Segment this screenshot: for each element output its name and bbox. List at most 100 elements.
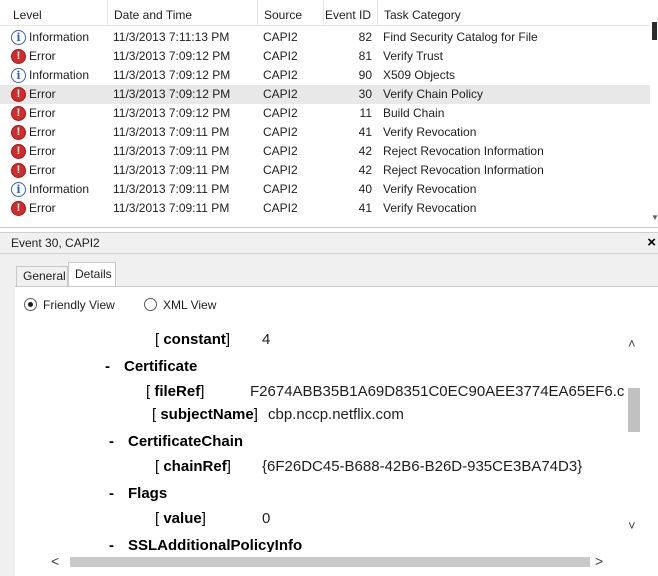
task-category-cell: Verify Trust (383, 49, 444, 63)
table-row[interactable]: i Information 11/3/2013 7:11:13 PM CAPI2 82 F… (0, 28, 650, 47)
event-id-cell: 82 (358, 30, 372, 44)
collapse-toggle[interactable]: - (109, 433, 114, 450)
date-cell: 11/3/2013 7:09:12 PM (113, 87, 231, 101)
event-id-cell: 42 (358, 163, 372, 177)
tree-key-chainref: [ chainRef] (155, 458, 231, 475)
source-cell: CAPI2 (263, 87, 298, 101)
details-vertical-scrollbar[interactable]: ˄ ˅ (625, 326, 643, 552)
tree-value-fileref: F2674ABB35B1A69D8351C0EC90AEE3774EA65EF6… (250, 383, 625, 400)
details-title: Event 30, CAPI2 (11, 236, 100, 250)
level-cell: Error (29, 201, 56, 215)
task-category-cell: Build Chain (383, 106, 445, 120)
level-cell: Information (29, 182, 90, 196)
date-cell: 11/3/2013 7:09:11 PM (113, 182, 230, 196)
level-cell: Error (29, 125, 56, 139)
radio-selected-icon[interactable] (24, 298, 37, 311)
task-category-cell: X509 Objects (383, 68, 456, 82)
tree-key-subjectname: [ subjectName] (152, 406, 258, 423)
date-cell: 11/3/2013 7:11:13 PM (113, 30, 230, 44)
event-list-scrollbar[interactable]: ▼ (650, 0, 658, 227)
level-cell: Information (29, 68, 90, 82)
tab-general[interactable]: General (16, 266, 68, 286)
event-id-cell: 40 (358, 182, 372, 196)
error-icon: ! (11, 163, 26, 178)
error-icon: ! (11, 125, 26, 140)
table-row-partial[interactable] (0, 218, 650, 224)
vertical-scrollbar-thumb[interactable] (628, 388, 640, 432)
xml-view-radio[interactable]: XML View (144, 298, 216, 312)
event-id-cell: 41 (358, 125, 372, 139)
collapse-toggle[interactable]: - (109, 537, 114, 552)
information-icon: i (11, 30, 26, 45)
column-header-source[interactable]: Source (257, 0, 323, 26)
tree-value-chainref: {6F26DC45-B688-42B6-B26D-935CE3BA74D3} (262, 458, 583, 475)
chevron-up-icon[interactable]: ˄ (628, 336, 636, 351)
date-cell: 11/3/2013 7:09:12 PM (113, 106, 231, 120)
error-icon: ! (11, 201, 26, 216)
date-cell: 11/3/2013 7:09:12 PM (113, 68, 231, 82)
source-cell: CAPI2 (263, 201, 298, 215)
collapse-toggle[interactable]: - (109, 485, 114, 502)
table-row[interactable]: ! Error 11/3/2013 7:09:11 PM CAPI2 42 Reject … (0, 142, 650, 161)
event-id-cell: 11 (359, 106, 372, 120)
friendly-view-label: Friendly View (43, 298, 115, 312)
chevron-down-icon[interactable]: ˅ (628, 518, 636, 533)
column-header-date[interactable]: Date and Time (107, 0, 257, 26)
column-header-task-category[interactable]: Task Category (377, 0, 650, 26)
task-category-cell: Verify Revocation (383, 182, 477, 196)
close-icon[interactable]: × (647, 233, 656, 253)
tree-node-flags: Flags (128, 485, 168, 502)
source-cell: CAPI2 (263, 182, 298, 196)
task-category-cell: Reject Revocation Information (383, 163, 544, 177)
level-cell: Information (29, 30, 90, 44)
chevron-left-icon[interactable]: ˂ (51, 553, 59, 569)
tab-details[interactable]: Details (68, 262, 116, 287)
scroll-down-arrow-icon[interactable]: ▼ (651, 213, 658, 222)
date-cell: 11/3/2013 7:09:11 PM (113, 163, 230, 177)
horizontal-scrollbar-thumb[interactable] (70, 557, 590, 567)
task-category-cell: Verify Chain Policy (383, 87, 484, 101)
details-pane: General Details Friendly View XML View [… (0, 254, 658, 576)
table-row[interactable]: ! Error 11/3/2013 7:09:11 PM CAPI2 42 Reject … (0, 161, 650, 180)
source-cell: CAPI2 (263, 125, 298, 139)
column-header-event-id[interactable]: Event ID (323, 0, 377, 26)
source-cell: CAPI2 (263, 163, 298, 177)
collapse-toggle[interactable]: - (105, 358, 110, 375)
task-category-cell: Verify Revocation (383, 125, 477, 139)
tree-node-certificate: Certificate (124, 358, 198, 375)
task-category-cell: Verify Revocation (383, 201, 477, 215)
task-category-cell: Reject Revocation Information (383, 144, 544, 158)
level-cell: Error (29, 144, 56, 158)
xml-view-label: XML View (163, 298, 217, 312)
source-cell: CAPI2 (263, 106, 298, 120)
table-row[interactable]: ! Error 11/3/2013 7:09:11 PM CAPI2 41 Verify … (0, 123, 650, 142)
table-row[interactable]: i Information 11/3/2013 7:09:11 PM CAPI2 40 V… (0, 180, 650, 199)
event-id-cell: 81 (358, 49, 372, 63)
friendly-view-radio[interactable]: Friendly View (24, 298, 115, 312)
source-cell: CAPI2 (263, 144, 298, 158)
error-icon: ! (11, 49, 26, 64)
chevron-right-icon[interactable]: ˃ (595, 553, 603, 569)
table-row[interactable]: ! Error 11/3/2013 7:09:12 PM CAPI2 81 Verify … (0, 47, 650, 66)
tree-value-constant: 4 (262, 331, 271, 348)
error-icon: ! (11, 87, 26, 102)
level-cell: Error (29, 49, 56, 63)
error-icon: ! (11, 144, 26, 159)
table-row[interactable]: ! Error 11/3/2013 7:09:12 PM CAPI2 30 Verify … (0, 85, 650, 104)
date-cell: 11/3/2013 7:09:12 PM (113, 49, 231, 63)
table-row[interactable]: ! Error 11/3/2013 7:09:12 PM CAPI2 11 Build C… (0, 104, 650, 123)
date-cell: 11/3/2013 7:09:11 PM (113, 144, 230, 158)
event-rows: i Information 11/3/2013 7:11:13 PM CAPI2 82 F… (0, 28, 650, 224)
tree-key-value: [ value] (155, 510, 206, 527)
level-cell: Error (29, 106, 56, 120)
scrollbar-thumb[interactable] (652, 22, 657, 40)
details-title-bar: Event 30, CAPI2 × (0, 232, 658, 254)
details-horizontal-scrollbar[interactable]: ˂ ˃ (33, 552, 625, 572)
tree-node-certificate-chain: CertificateChain (128, 433, 244, 450)
table-row[interactable]: ! Error 11/3/2013 7:09:11 PM CAPI2 41 Verify … (0, 199, 650, 218)
date-cell: 11/3/2013 7:09:11 PM (113, 201, 230, 215)
column-header-level[interactable]: Level (7, 0, 107, 26)
table-row[interactable]: i Information 11/3/2013 7:09:12 PM CAPI2 90 X… (0, 66, 650, 85)
tree-node-ssl-additional-policy-info: SSLAdditionalPolicyInfo (128, 537, 303, 552)
radio-unselected-icon[interactable] (144, 298, 157, 311)
